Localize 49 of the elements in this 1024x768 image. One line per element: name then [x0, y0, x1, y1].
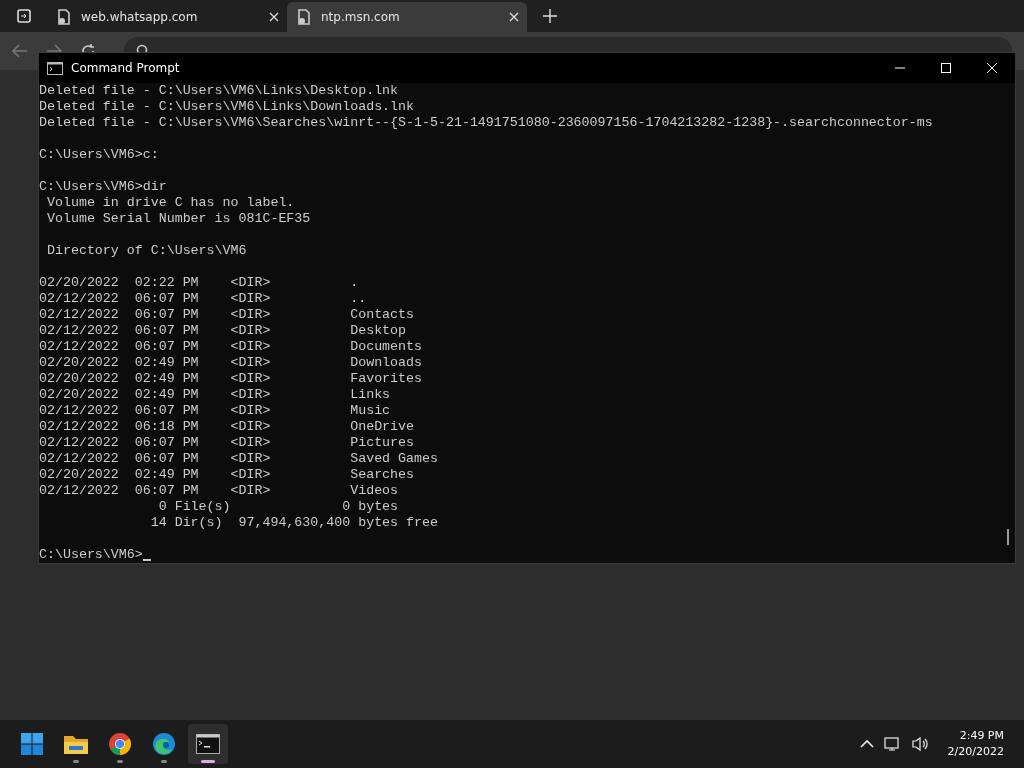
- page-icon: [297, 9, 311, 25]
- console-line: 02/12/2022 06:07 PM <DIR> Videos: [39, 483, 399, 499]
- close-icon[interactable]: [509, 12, 519, 22]
- volume-icon[interactable]: [911, 736, 930, 752]
- console-line: 02/20/2022 02:49 PM <DIR> Favorites: [39, 371, 422, 387]
- console-line: 02/20/2022 02:49 PM <DIR> Links: [39, 387, 391, 403]
- console-line: Deleted file - C:\Users\VM6\Links\Desktop.lnk: [39, 83, 399, 99]
- browser-tab[interactable]: web.whatsapp.com: [47, 2, 287, 32]
- terminal-icon: [47, 61, 63, 75]
- maximize-icon: [941, 63, 951, 73]
- console-line: 02/12/2022 06:07 PM <DIR> Contacts: [39, 307, 415, 323]
- window-title: Command Prompt: [71, 61, 181, 75]
- terminal-icon: [196, 734, 220, 754]
- close-icon[interactable]: [269, 12, 279, 22]
- console-line: Directory of C:\Users\VM6: [45, 243, 247, 259]
- taskbar-app[interactable]: [188, 724, 228, 764]
- edge-logo-icon: [152, 732, 176, 756]
- console-line: 02/12/2022 06:18 PM <DIR> OneDrive: [39, 419, 415, 435]
- console-line: 02/12/2022 06:07 PM <DIR> Music: [39, 403, 391, 419]
- console-line: 02/12/2022 06:07 PM <DIR> ..: [39, 291, 367, 307]
- console-line: 0 File(s) 0 bytes: [157, 499, 399, 515]
- windows-logo-icon: [20, 732, 44, 756]
- console-line: 02/20/2022 02:22 PM <DIR> .: [39, 275, 359, 291]
- new-tab-icon[interactable]: [543, 9, 557, 23]
- text-cursor: [142, 559, 151, 561]
- tab-actions-icon[interactable]: [17, 9, 31, 23]
- close-icon: [987, 63, 997, 73]
- console-line: 02/20/2022 02:49 PM <DIR> Searches: [39, 467, 415, 483]
- console-line: 02/12/2022 06:07 PM <DIR> Pictures: [39, 435, 415, 451]
- chevron-up-icon[interactable]: [859, 739, 874, 749]
- back-icon[interactable]: [12, 44, 28, 58]
- clock[interactable]: 2:49 PM 2/20/2022: [947, 728, 1004, 760]
- console-line: C:\Users\VM6>c:: [39, 147, 159, 163]
- console-line: Volume in drive C has no label.: [45, 195, 295, 211]
- console-line: 02/12/2022 06:07 PM <DIR> Desktop: [39, 323, 407, 339]
- network-icon[interactable]: [883, 736, 902, 752]
- console-line: Volume Serial Number is 081C-EF35: [45, 211, 311, 227]
- browser-tab[interactable]: ntp.msn.com: [287, 2, 527, 32]
- console-prompt: C:\Users\VM6>: [39, 547, 143, 563]
- console-line: Deleted file - C:\Users\VM6\Links\Downloads.lnk: [39, 99, 415, 115]
- console-line: C:\Users\VM6>dir: [39, 179, 167, 195]
- chrome-logo-icon: [108, 732, 132, 756]
- console-line: 02/20/2022 02:49 PM <DIR> Downloads: [39, 355, 422, 371]
- page-icon: [57, 9, 71, 25]
- scrollbar-thumb[interactable]: [1007, 529, 1009, 545]
- console-line: Deleted file - C:\Users\VM6\Searches\winrt--{S-1-5-21-1491751080-2360097156-1704213282-1238}-.searchconnector-ms: [39, 115, 933, 131]
- console-line: 02/12/2022 06:07 PM <DIR> Saved Games: [39, 451, 438, 467]
- console-line: 02/12/2022 06:07 PM <DIR> Documents: [39, 339, 422, 355]
- console-line: 14 Dir(s) 97,494,630,400 bytes free: [149, 515, 438, 531]
